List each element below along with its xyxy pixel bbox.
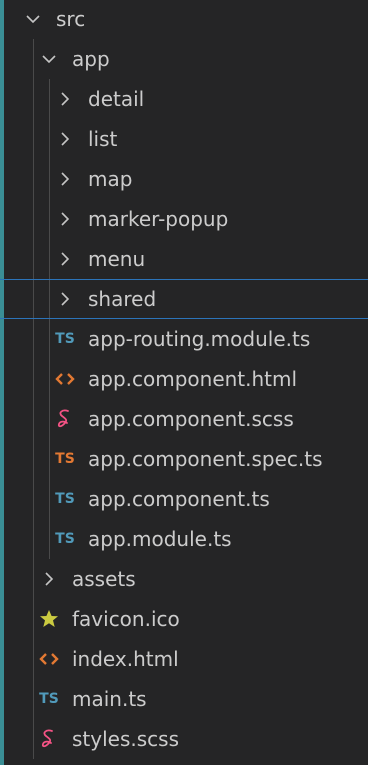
indent-guide xyxy=(49,359,50,399)
tree-item-label: src xyxy=(56,7,86,31)
chevron-right-icon xyxy=(54,247,76,271)
sass-icon xyxy=(54,407,76,431)
tree-item-label: shared xyxy=(88,287,157,311)
tree-item-label: map xyxy=(88,167,133,191)
tree-item[interactable]: map xyxy=(0,159,368,199)
typescript-spec-icon: TS xyxy=(54,447,76,471)
indent-guide xyxy=(49,519,50,559)
indent-guide xyxy=(33,319,34,359)
tree-item[interactable]: marker-popup xyxy=(0,199,368,239)
html-icon xyxy=(54,367,76,391)
indent-guide xyxy=(33,199,34,239)
tree-item-label: favicon.ico xyxy=(72,607,180,631)
indent-guide xyxy=(33,399,34,439)
indent-guide xyxy=(49,399,50,439)
typescript-icon-text: TS xyxy=(55,331,75,347)
tree-item[interactable]: index.html xyxy=(0,639,368,679)
chevron-right-icon xyxy=(54,127,76,151)
typescript-icon: TS xyxy=(54,487,76,511)
indent-guide xyxy=(33,39,34,79)
file-explorer-tree: src app detail list map marker-popup menu share… xyxy=(0,0,368,765)
typescript-icon: TS xyxy=(38,687,60,711)
typescript-icon-text: TS xyxy=(39,691,59,707)
chevron-right-icon xyxy=(38,567,60,591)
tree-item[interactable]: TS app.component.spec.ts xyxy=(0,439,368,479)
html-icon xyxy=(38,647,60,671)
tree-item-label: assets xyxy=(72,567,136,591)
tree-item-label: app xyxy=(72,47,110,71)
tree-item-label: detail xyxy=(88,87,145,111)
tree-item-label: app.component.spec.ts xyxy=(88,447,323,471)
tree-item[interactable]: styles.scss xyxy=(0,719,368,759)
tree-item[interactable]: TS main.ts xyxy=(0,679,368,719)
tree-item-label: app.component.html xyxy=(88,367,298,391)
typescript-icon: TS xyxy=(54,527,76,551)
indent-guide xyxy=(33,119,34,159)
tree-item-label: app-routing.module.ts xyxy=(88,327,311,351)
indent-guide xyxy=(49,239,50,279)
typescript-icon-text: TS xyxy=(55,451,75,467)
indent-guide xyxy=(33,559,34,599)
tree-item[interactable]: app.component.scss xyxy=(0,399,368,439)
indent-guide xyxy=(49,159,50,199)
chevron-right-icon xyxy=(54,167,76,191)
tree-item[interactable]: menu xyxy=(0,239,368,279)
indent-guide xyxy=(33,280,34,318)
tree-item-label: index.html xyxy=(72,647,179,671)
tree-item[interactable]: detail xyxy=(0,79,368,119)
indent-guide xyxy=(49,439,50,479)
sass-icon xyxy=(38,727,60,751)
tree-item-label: app.component.ts xyxy=(88,487,270,511)
chevron-right-icon xyxy=(54,87,76,111)
indent-guide xyxy=(49,479,50,519)
tree-item-label: styles.scss xyxy=(72,727,179,751)
indent-guide xyxy=(33,519,34,559)
tree-item[interactable]: favicon.ico xyxy=(0,599,368,639)
tree-item-label: main.ts xyxy=(72,687,147,711)
chevron-right-icon xyxy=(54,207,76,231)
tree-item[interactable]: TS app.component.ts xyxy=(0,479,368,519)
indent-guide xyxy=(49,319,50,359)
tree-item[interactable]: src xyxy=(0,0,368,39)
indent-guide xyxy=(33,239,34,279)
indent-guide xyxy=(33,599,34,639)
typescript-icon: TS xyxy=(54,327,76,351)
indent-guide xyxy=(33,479,34,519)
indent-guide xyxy=(49,199,50,239)
indent-guide xyxy=(33,719,34,759)
indent-guide xyxy=(33,639,34,679)
tree-item[interactable]: list xyxy=(0,119,368,159)
tree-item[interactable]: shared xyxy=(0,279,368,319)
tree-item-label: marker-popup xyxy=(88,207,229,231)
indent-guide xyxy=(33,359,34,399)
indent-guide xyxy=(49,280,50,318)
indent-guide xyxy=(33,159,34,199)
indent-guide xyxy=(49,119,50,159)
tree-item-label: list xyxy=(88,127,118,151)
tree-item-label: menu xyxy=(88,247,146,271)
typescript-icon-text: TS xyxy=(55,531,75,547)
chevron-down-icon xyxy=(38,47,60,71)
tree-item-label: app.component.scss xyxy=(88,407,294,431)
chevron-down-icon xyxy=(22,7,44,31)
indent-guide xyxy=(33,679,34,719)
star-icon xyxy=(38,607,60,631)
tree-item[interactable]: app.component.html xyxy=(0,359,368,399)
indent-guide xyxy=(33,439,34,479)
typescript-icon-text: TS xyxy=(55,491,75,507)
tree-item[interactable]: TS app-routing.module.ts xyxy=(0,319,368,359)
chevron-right-icon xyxy=(54,287,76,311)
indent-guide xyxy=(49,79,50,119)
tree-item-label: app.module.ts xyxy=(88,527,232,551)
tree-item[interactable]: app xyxy=(0,39,368,79)
tree-item[interactable]: assets xyxy=(0,559,368,599)
tree-item[interactable]: TS app.module.ts xyxy=(0,519,368,559)
indent-guide xyxy=(33,79,34,119)
